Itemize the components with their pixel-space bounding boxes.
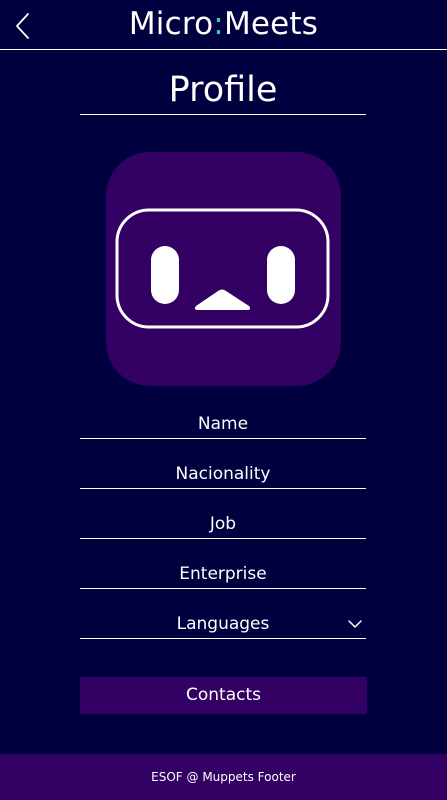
languages-label: Languages <box>176 614 270 634</box>
footer: ESOF @ Muppets Footer <box>0 754 447 800</box>
name-field[interactable]: Name <box>80 409 366 439</box>
chevron-down-icon <box>348 620 362 628</box>
app-header: Micro:Meets <box>0 0 447 50</box>
enterprise-field[interactable]: Enterprise <box>80 559 366 589</box>
job-field[interactable]: Job <box>80 509 366 539</box>
nationality-field[interactable]: Nacionality <box>80 459 366 489</box>
app-title: Micro:Meets <box>0 6 447 42</box>
app-title-part2: Meets <box>223 6 319 42</box>
robot-face-icon <box>106 152 341 386</box>
languages-select[interactable]: Languages <box>80 609 366 639</box>
app-title-part1: Micro <box>128 6 214 42</box>
page-title: Profile <box>80 66 366 115</box>
contacts-button[interactable]: Contacts <box>80 677 367 714</box>
avatar <box>106 152 341 386</box>
app-title-colon: : <box>213 6 224 42</box>
